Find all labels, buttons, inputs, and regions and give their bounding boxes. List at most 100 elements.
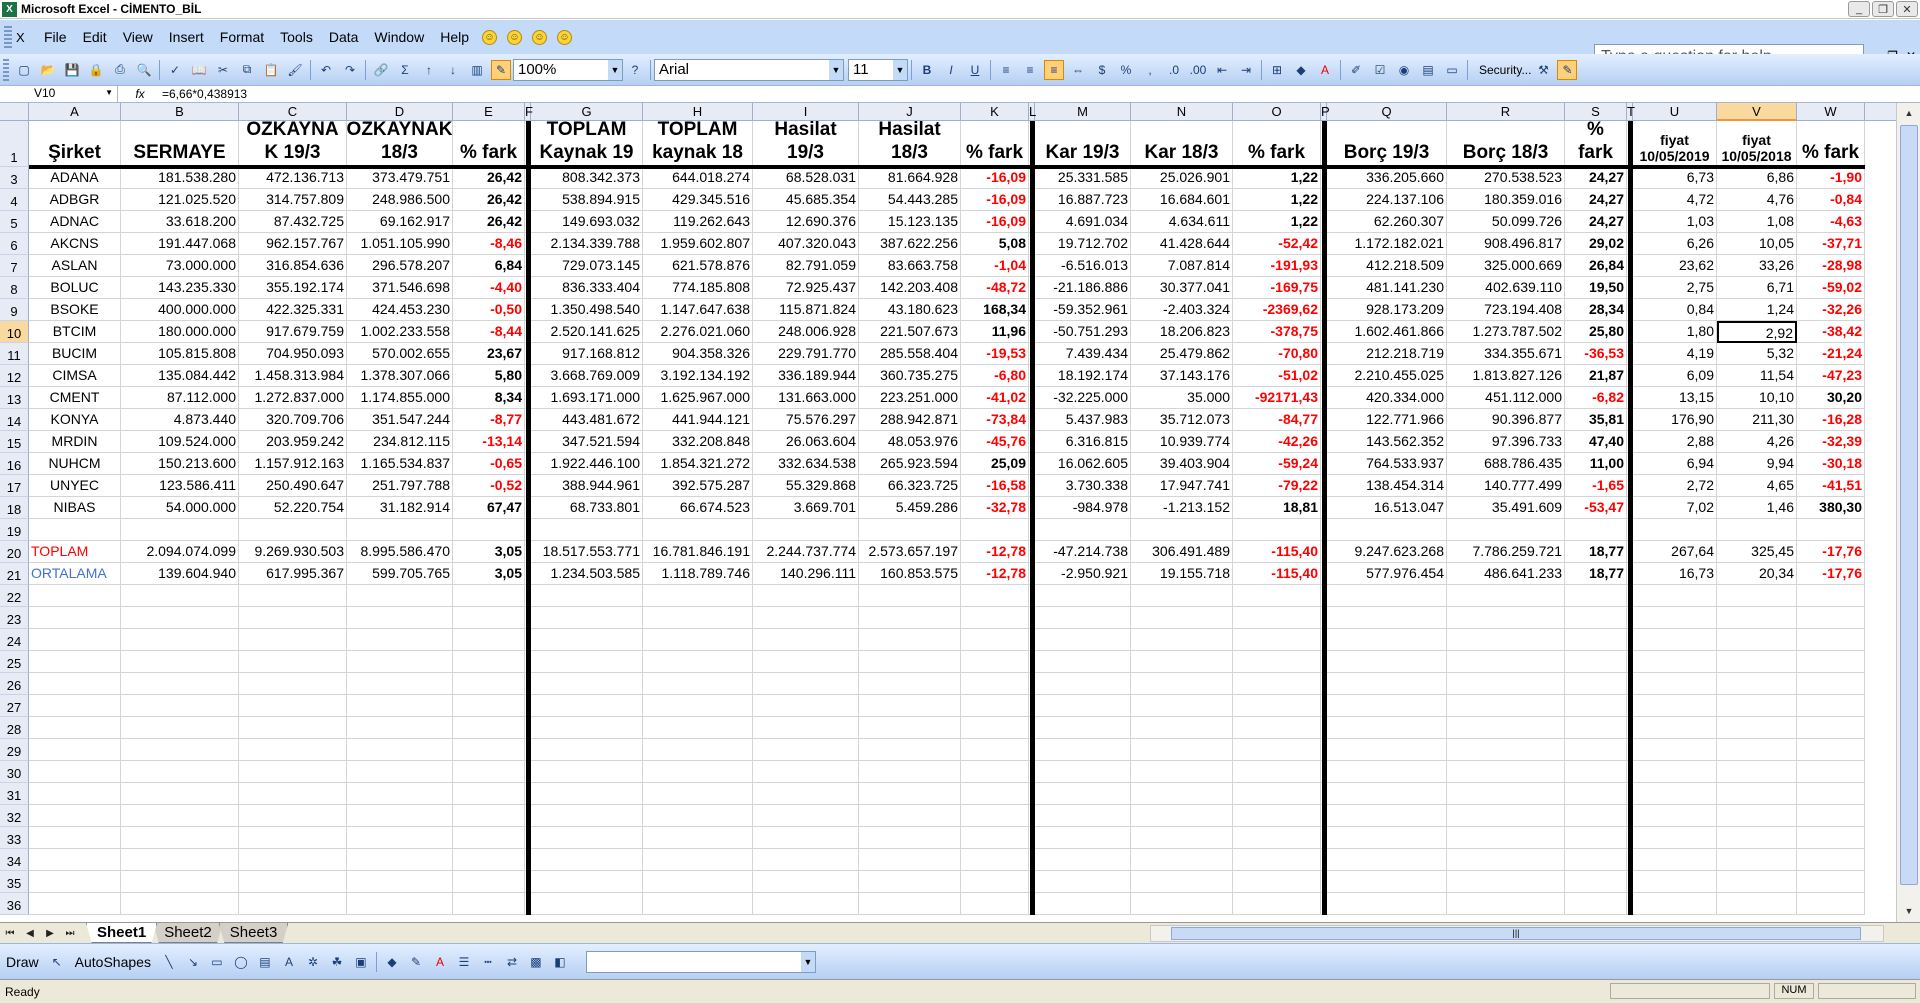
cell-i19[interactable] bbox=[753, 519, 859, 541]
cell-o32[interactable] bbox=[1233, 805, 1321, 827]
cell-o24[interactable] bbox=[1233, 629, 1321, 651]
column-header-n[interactable]: N bbox=[1131, 103, 1233, 121]
cell-h21[interactable]: 1.118.789.746 bbox=[643, 563, 753, 585]
column-header-b[interactable]: B bbox=[121, 103, 239, 121]
cell-b20[interactable]: 2.094.074.099 bbox=[121, 541, 239, 563]
wordart-icon[interactable]: A bbox=[279, 952, 299, 972]
cell-g15[interactable]: 347.521.594 bbox=[531, 431, 643, 453]
line-color-icon[interactable]: ✎ bbox=[406, 952, 426, 972]
cell-n19[interactable] bbox=[1131, 519, 1233, 541]
option-icon[interactable]: ◉ bbox=[1394, 60, 1414, 80]
cut-icon[interactable]: ✂ bbox=[213, 60, 233, 80]
cell-a26[interactable] bbox=[29, 673, 121, 695]
cell-b18[interactable]: 54.000.000 bbox=[121, 497, 239, 519]
cell-e27[interactable] bbox=[453, 695, 525, 717]
cell-e5[interactable]: 26,42 bbox=[453, 211, 525, 233]
cell-q11[interactable]: 212.218.719 bbox=[1327, 343, 1447, 365]
design-mode-icon[interactable]: ✎ bbox=[1557, 59, 1578, 80]
cell-g26[interactable] bbox=[531, 673, 643, 695]
cell-n20[interactable]: 306.491.489 bbox=[1131, 541, 1233, 563]
cell-j31[interactable] bbox=[859, 783, 961, 805]
cell-c22[interactable] bbox=[239, 585, 347, 607]
cell-c9[interactable]: 422.325.331 bbox=[239, 299, 347, 321]
cell-h27[interactable] bbox=[643, 695, 753, 717]
cell-s18[interactable]: -53,47 bbox=[1565, 497, 1627, 519]
cell-k18[interactable]: -32,78 bbox=[961, 497, 1029, 519]
cell-s3[interactable]: 24,27 bbox=[1565, 167, 1627, 189]
cell-o28[interactable] bbox=[1233, 717, 1321, 739]
cell-r35[interactable] bbox=[1447, 871, 1565, 893]
checkbox-icon[interactable]: ☑ bbox=[1370, 60, 1390, 80]
cell-o18[interactable]: 18,81 bbox=[1233, 497, 1321, 519]
column-header-u[interactable]: U bbox=[1633, 103, 1717, 121]
cell-v36[interactable] bbox=[1717, 893, 1797, 915]
cell-s8[interactable]: 19,50 bbox=[1565, 277, 1627, 299]
cell-d11[interactable]: 570.002.655 bbox=[347, 343, 453, 365]
cell-s12[interactable]: 21,87 bbox=[1565, 365, 1627, 387]
cell-w1[interactable]: % fark bbox=[1797, 121, 1865, 167]
cell-v34[interactable] bbox=[1717, 849, 1797, 871]
line-style-icon[interactable]: ☰ bbox=[454, 952, 474, 972]
cell-s5[interactable]: 24,27 bbox=[1565, 211, 1627, 233]
cell-q31[interactable] bbox=[1327, 783, 1447, 805]
cell-h31[interactable] bbox=[643, 783, 753, 805]
cell-a19[interactable] bbox=[29, 519, 121, 541]
cell-e25[interactable] bbox=[453, 651, 525, 673]
cell-c17[interactable]: 250.490.647 bbox=[239, 475, 347, 497]
cell-h7[interactable]: 621.578.876 bbox=[643, 255, 753, 277]
cell-a7[interactable]: ASLAN bbox=[29, 255, 121, 277]
cell-c29[interactable] bbox=[239, 739, 347, 761]
cell-d9[interactable]: 424.453.230 bbox=[347, 299, 453, 321]
cell-u3[interactable]: 6,73 bbox=[1633, 167, 1717, 189]
cell-u8[interactable]: 2,75 bbox=[1633, 277, 1717, 299]
cell-q7[interactable]: 412.218.509 bbox=[1327, 255, 1447, 277]
cell-b3[interactable]: 181.538.280 bbox=[121, 167, 239, 189]
cell-c24[interactable] bbox=[239, 629, 347, 651]
cell-u6[interactable]: 6,26 bbox=[1633, 233, 1717, 255]
oval-icon[interactable]: ◯ bbox=[231, 952, 251, 972]
cell-k26[interactable] bbox=[961, 673, 1029, 695]
cell-n12[interactable]: 37.143.176 bbox=[1131, 365, 1233, 387]
cell-j20[interactable]: 2.573.657.197 bbox=[859, 541, 961, 563]
row-header[interactable]: 18 bbox=[0, 497, 29, 519]
cell-b5[interactable]: 33.618.200 bbox=[121, 211, 239, 233]
cell-i35[interactable] bbox=[753, 871, 859, 893]
comma-icon[interactable]: , bbox=[1140, 60, 1160, 80]
cell-v25[interactable] bbox=[1717, 651, 1797, 673]
cell-v26[interactable] bbox=[1717, 673, 1797, 695]
cell-b6[interactable]: 191.447.068 bbox=[121, 233, 239, 255]
open-icon[interactable]: 📂 bbox=[38, 60, 58, 80]
cell-j30[interactable] bbox=[859, 761, 961, 783]
row-header[interactable]: 19 bbox=[0, 519, 29, 541]
cell-h3[interactable]: 644.018.274 bbox=[643, 167, 753, 189]
cell-k6[interactable]: 5,08 bbox=[961, 233, 1029, 255]
cell-g16[interactable]: 1.922.446.100 bbox=[531, 453, 643, 475]
row-header[interactable]: 24 bbox=[0, 629, 29, 651]
cell-q21[interactable]: 577.976.454 bbox=[1327, 563, 1447, 585]
cell-b35[interactable] bbox=[121, 871, 239, 893]
column-header-s[interactable]: S bbox=[1565, 103, 1627, 121]
cell-w30[interactable] bbox=[1797, 761, 1865, 783]
cell-g1[interactable]: TOPLAM Kaynak 19 bbox=[531, 121, 643, 167]
cell-r31[interactable] bbox=[1447, 783, 1565, 805]
cell-j6[interactable]: 387.622.256 bbox=[859, 233, 961, 255]
cell-a25[interactable] bbox=[29, 651, 121, 673]
cell-g12[interactable]: 3.668.769.009 bbox=[531, 365, 643, 387]
cell-c8[interactable]: 355.192.174 bbox=[239, 277, 347, 299]
row-header[interactable]: 13 bbox=[0, 387, 29, 409]
cell-j27[interactable] bbox=[859, 695, 961, 717]
cell-j5[interactable]: 15.123.135 bbox=[859, 211, 961, 233]
cell-v16[interactable]: 9,94 bbox=[1717, 453, 1797, 475]
cell-d16[interactable]: 1.165.534.837 bbox=[347, 453, 453, 475]
cell-s13[interactable]: -6,82 bbox=[1565, 387, 1627, 409]
cell-s35[interactable] bbox=[1565, 871, 1627, 893]
sort-ascending-icon[interactable]: ↑ bbox=[419, 60, 439, 80]
cell-d24[interactable] bbox=[347, 629, 453, 651]
cell-g13[interactable]: 1.693.171.000 bbox=[531, 387, 643, 409]
cell-h22[interactable] bbox=[643, 585, 753, 607]
cell-d10[interactable]: 1.002.233.558 bbox=[347, 321, 453, 343]
cell-c14[interactable]: 320.709.706 bbox=[239, 409, 347, 431]
cell-c19[interactable] bbox=[239, 519, 347, 541]
cell-b32[interactable] bbox=[121, 805, 239, 827]
cell-m10[interactable]: -50.751.293 bbox=[1035, 321, 1131, 343]
